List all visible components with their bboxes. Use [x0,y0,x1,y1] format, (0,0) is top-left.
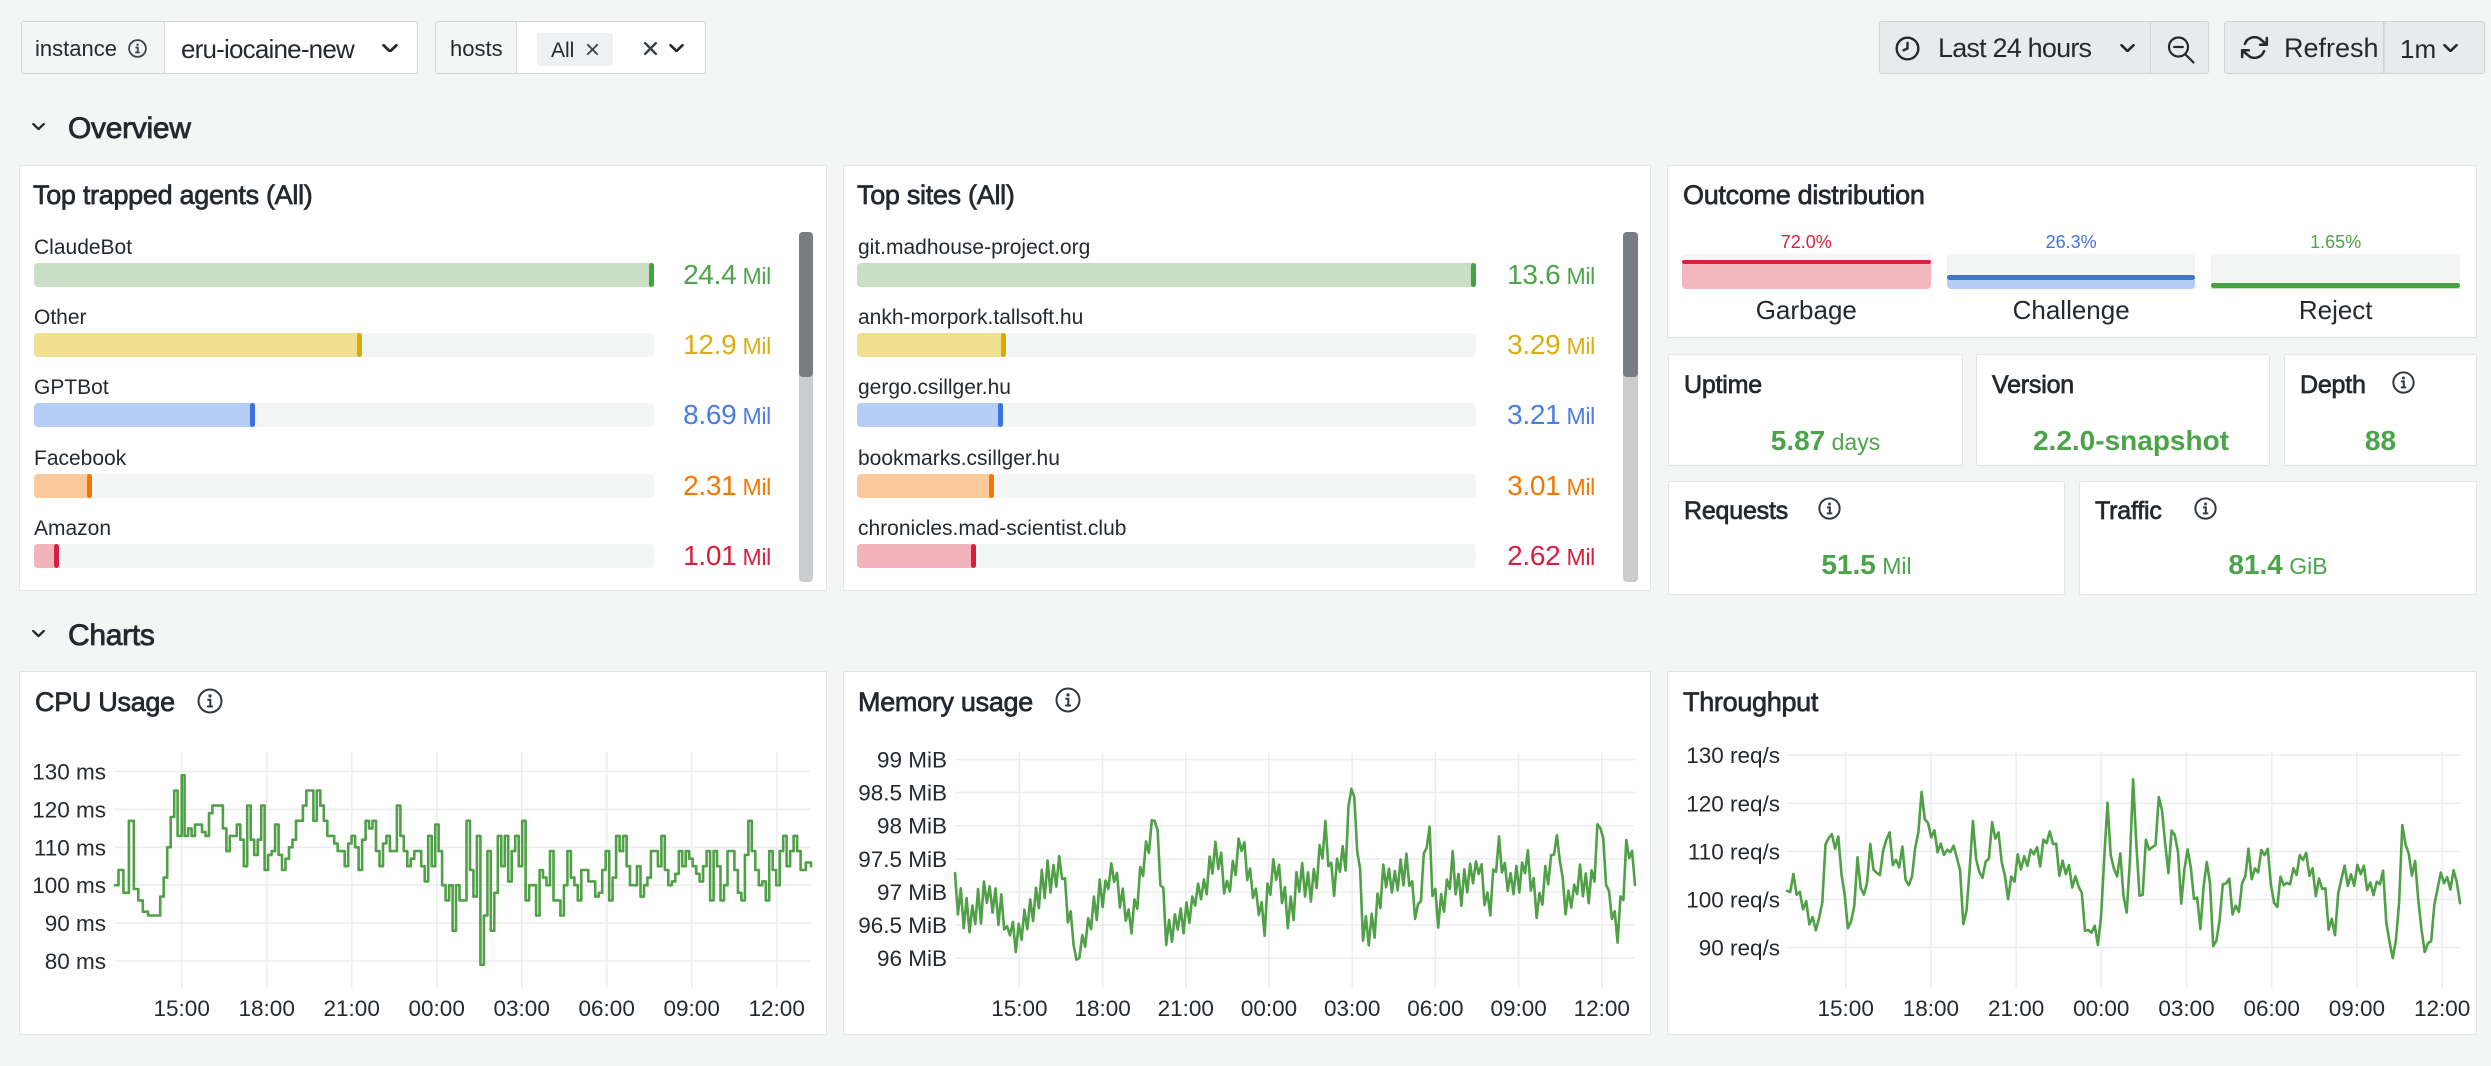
svg-text:96 MiB: 96 MiB [877,946,947,971]
svg-text:18:00: 18:00 [239,996,295,1021]
svg-text:12:00: 12:00 [2414,996,2470,1021]
svg-text:00:00: 00:00 [409,996,465,1021]
svg-text:21:00: 21:00 [1158,996,1214,1021]
svg-text:80 ms: 80 ms [45,949,106,974]
svg-text:15:00: 15:00 [1818,996,1874,1021]
svg-text:09:00: 09:00 [1490,996,1546,1021]
svg-text:18:00: 18:00 [1903,996,1959,1021]
svg-text:12:00: 12:00 [749,996,805,1021]
svg-text:99 MiB: 99 MiB [877,748,947,773]
svg-text:90 ms: 90 ms [45,911,106,936]
svg-text:18:00: 18:00 [1074,996,1130,1021]
svg-text:130 req/s: 130 req/s [1686,743,1780,768]
svg-text:97 MiB: 97 MiB [877,880,947,905]
svg-text:09:00: 09:00 [664,996,720,1021]
svg-text:06:00: 06:00 [579,996,635,1021]
svg-text:130 ms: 130 ms [32,760,106,785]
svg-text:90 req/s: 90 req/s [1699,936,1780,961]
svg-text:120 req/s: 120 req/s [1686,791,1780,816]
svg-text:110 req/s: 110 req/s [1688,839,1780,864]
svg-text:09:00: 09:00 [2329,996,2385,1021]
svg-text:120 ms: 120 ms [32,797,106,822]
svg-text:97.5 MiB: 97.5 MiB [858,847,947,872]
svg-text:98.5 MiB: 98.5 MiB [858,781,947,806]
svg-text:15:00: 15:00 [991,996,1047,1021]
svg-text:98 MiB: 98 MiB [877,814,947,839]
svg-text:03:00: 03:00 [1324,996,1380,1021]
svg-text:21:00: 21:00 [324,996,380,1021]
svg-text:15:00: 15:00 [154,996,210,1021]
svg-text:110 ms: 110 ms [34,835,106,860]
svg-text:21:00: 21:00 [1988,996,2044,1021]
svg-text:12:00: 12:00 [1574,996,1630,1021]
svg-text:00:00: 00:00 [1241,996,1297,1021]
svg-text:03:00: 03:00 [2158,996,2214,1021]
svg-text:06:00: 06:00 [1407,996,1463,1021]
svg-text:03:00: 03:00 [494,996,550,1021]
svg-text:00:00: 00:00 [2073,996,2129,1021]
svg-text:06:00: 06:00 [2244,996,2300,1021]
svg-text:100 req/s: 100 req/s [1686,888,1780,913]
svg-text:96.5 MiB: 96.5 MiB [858,913,947,938]
svg-text:100 ms: 100 ms [32,873,106,898]
